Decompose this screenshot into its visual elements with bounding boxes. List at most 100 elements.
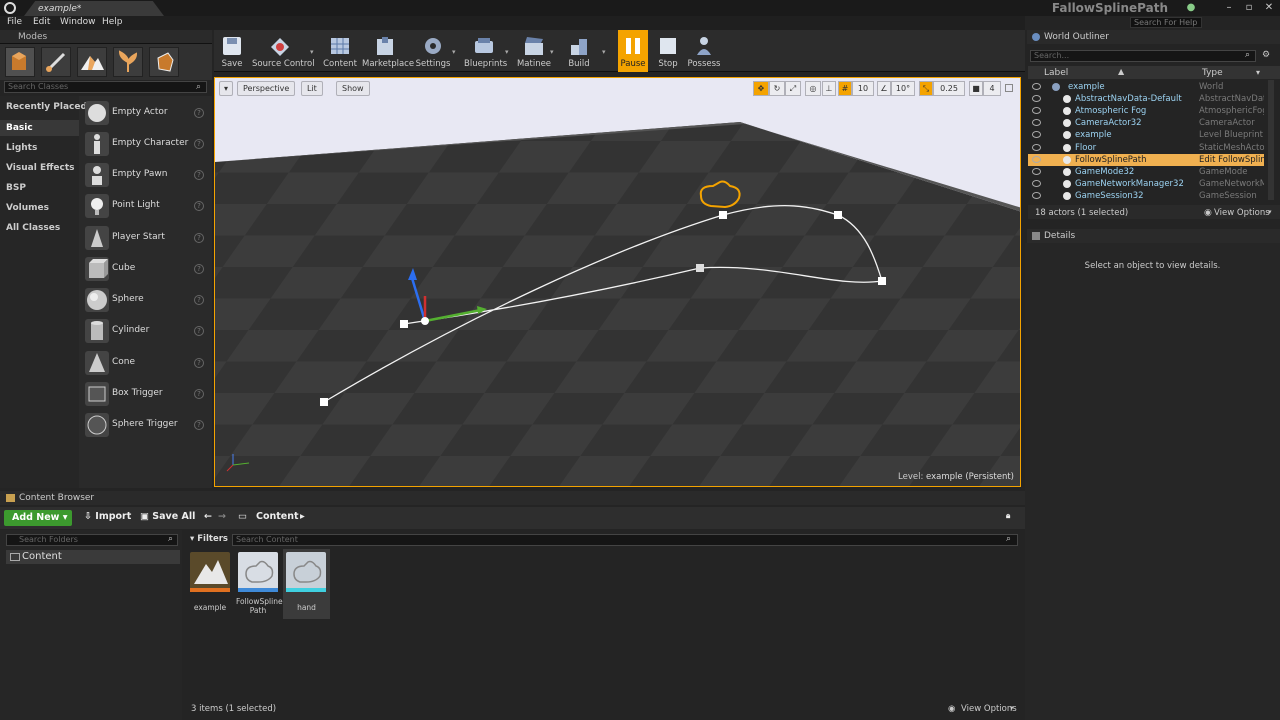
view-options-button[interactable]: View Options bbox=[1214, 208, 1270, 218]
type-column-header[interactable]: Type bbox=[1202, 68, 1223, 78]
blueprints-dropdown-icon[interactable]: ▾ bbox=[505, 48, 509, 56]
back-arrow-icon[interactable]: ← bbox=[204, 511, 212, 522]
rotate-mode-icon[interactable]: ↻ bbox=[769, 81, 785, 96]
rotation-snap-icon[interactable]: ∠ bbox=[877, 81, 891, 96]
matinee-button[interactable]: Matinee bbox=[516, 30, 552, 72]
settings-button[interactable]: Settings bbox=[414, 30, 452, 72]
category-lights[interactable]: Lights bbox=[6, 143, 37, 153]
place-mode-icon[interactable] bbox=[5, 47, 35, 77]
asset-tile-selected[interactable]: hand bbox=[283, 549, 330, 619]
outliner-row[interactable]: example World bbox=[1028, 81, 1264, 93]
help-icon[interactable]: ? bbox=[194, 389, 204, 399]
visibility-eye-icon[interactable] bbox=[1032, 191, 1041, 199]
menu-help[interactable]: Help bbox=[102, 17, 123, 27]
asset-tile[interactable]: FollowSpline Path bbox=[236, 549, 283, 619]
content-browser-tab[interactable]: Content Browser bbox=[0, 491, 1025, 505]
lit-button[interactable]: Lit bbox=[301, 81, 323, 96]
modes-tab[interactable]: Modes bbox=[0, 30, 212, 44]
help-search-input[interactable]: Search For Help bbox=[1130, 17, 1202, 28]
label-column-header[interactable]: Label bbox=[1044, 68, 1068, 78]
camera-speed-icon[interactable]: ■ bbox=[969, 81, 983, 96]
possess-button[interactable]: Possess bbox=[686, 30, 722, 72]
outliner-row[interactable]: Atmospheric Fog AtmosphericFog bbox=[1028, 105, 1264, 117]
save-all-button[interactable]: ▣ Save All bbox=[140, 511, 195, 522]
maximize-icon[interactable]: ▫ bbox=[1242, 2, 1256, 13]
outliner-row[interactable]: Floor StaticMeshActor bbox=[1028, 142, 1264, 154]
place-item-empty-actor[interactable]: Empty Actor? bbox=[82, 99, 208, 127]
search-content-input[interactable]: Search Content bbox=[232, 534, 1018, 546]
geometry-mode-icon[interactable] bbox=[149, 47, 179, 77]
path-content[interactable]: Content bbox=[256, 511, 299, 522]
surface-snap-icon[interactable]: ⊥ bbox=[822, 81, 836, 96]
spline-point[interactable] bbox=[878, 277, 886, 285]
help-icon[interactable]: ? bbox=[194, 233, 204, 243]
category-recently-placed[interactable]: Recently Placed bbox=[6, 102, 87, 112]
import-button[interactable]: ⇩ Import bbox=[84, 511, 131, 522]
outliner-row[interactable]: example Level Blueprint bbox=[1028, 129, 1264, 141]
place-item-cylinder[interactable]: Cylinder? bbox=[82, 317, 208, 345]
translate-mode-icon[interactable]: ✥ bbox=[753, 81, 769, 96]
marketplace-button[interactable]: Marketplace bbox=[362, 30, 414, 72]
landscape-mode-icon[interactable] bbox=[77, 47, 107, 77]
settings-dropdown-icon[interactable]: ▾ bbox=[452, 48, 456, 56]
outliner-settings-icon[interactable]: ⚙ bbox=[1262, 50, 1270, 60]
place-item-empty-pawn[interactable]: Empty Pawn? bbox=[82, 161, 208, 189]
world-local-icon[interactable]: ◎ bbox=[805, 81, 821, 96]
matinee-dropdown-icon[interactable]: ▾ bbox=[550, 48, 554, 56]
place-item-player-start[interactable]: Player Start? bbox=[82, 224, 208, 252]
scale-mode-icon[interactable]: ⤢ bbox=[785, 81, 801, 96]
place-item-cube[interactable]: Cube? bbox=[82, 255, 208, 283]
category-basic[interactable]: Basic bbox=[6, 123, 33, 133]
path-chevron-icon[interactable]: ▸ bbox=[300, 511, 305, 522]
world-outliner-tab[interactable]: World Outliner bbox=[1027, 30, 1280, 44]
spline-point[interactable] bbox=[400, 320, 408, 328]
outliner-row[interactable]: CameraActor32 CameraActor bbox=[1028, 117, 1264, 129]
outliner-row[interactable]: AbstractNavData-Default AbstractNavData bbox=[1028, 93, 1264, 105]
search-classes-input[interactable]: Search Classes bbox=[4, 81, 207, 93]
visibility-eye-icon[interactable] bbox=[1032, 155, 1041, 163]
viewport-scene[interactable] bbox=[215, 78, 1021, 487]
gizmo-center[interactable] bbox=[421, 317, 429, 325]
help-icon[interactable]: ? bbox=[194, 139, 204, 149]
spline-point[interactable] bbox=[696, 264, 704, 272]
show-button[interactable]: Show bbox=[336, 81, 370, 96]
outliner-row[interactable]: GameNetworkManager32 GameNetworkMan bbox=[1028, 178, 1264, 190]
outliner-row[interactable]: FollowSplinePath Edit FollowSpline bbox=[1028, 153, 1264, 166]
camera-speed-value[interactable]: 4 bbox=[983, 81, 1001, 96]
folder-content[interactable]: Content bbox=[6, 550, 180, 564]
forward-arrow-icon[interactable]: → bbox=[218, 511, 226, 522]
visibility-eye-icon[interactable] bbox=[1032, 179, 1041, 187]
category-bsp[interactable]: BSP bbox=[6, 183, 26, 193]
level-viewport[interactable]: ▾ Perspective Lit Show ✥ ↻ ⤢ ◎ ⊥ # 10 ∠ … bbox=[214, 77, 1021, 487]
category-all-classes[interactable]: All Classes bbox=[6, 223, 60, 233]
floor-mesh[interactable] bbox=[215, 122, 1021, 487]
search-folders-input[interactable]: Search Folders bbox=[6, 534, 178, 546]
menu-window[interactable]: Window bbox=[60, 17, 96, 27]
paint-mode-icon[interactable] bbox=[41, 47, 71, 77]
visibility-eye-icon[interactable] bbox=[1032, 143, 1041, 151]
visibility-eye-icon[interactable] bbox=[1032, 107, 1041, 115]
place-item-sphere[interactable]: Sphere? bbox=[82, 286, 208, 314]
place-item-cone[interactable]: Cone? bbox=[82, 349, 208, 377]
outliner-search-input[interactable]: Search... bbox=[1030, 50, 1256, 62]
visibility-eye-icon[interactable] bbox=[1032, 95, 1041, 103]
save-button[interactable]: Save bbox=[218, 30, 246, 72]
rotation-snap-value[interactable]: 10° bbox=[891, 81, 915, 96]
source-control-dropdown-icon[interactable]: ▾ bbox=[310, 48, 314, 56]
place-item-box-trigger[interactable]: Box Trigger? bbox=[82, 380, 208, 408]
pause-button[interactable]: Pause bbox=[618, 30, 648, 72]
minimize-icon[interactable]: – bbox=[1222, 2, 1236, 13]
build-dropdown-icon[interactable]: ▾ bbox=[602, 48, 606, 56]
source-control-button[interactable]: Source Control bbox=[252, 30, 315, 72]
help-icon[interactable]: ? bbox=[194, 358, 204, 368]
blueprints-button[interactable]: Blueprints bbox=[464, 30, 507, 72]
type-dropdown-icon[interactable]: ▾ bbox=[1256, 68, 1260, 77]
maximize-viewport-icon[interactable] bbox=[1005, 84, 1013, 92]
help-icon[interactable]: ? bbox=[194, 420, 204, 430]
details-tab[interactable]: Details bbox=[1027, 229, 1280, 243]
scale-snap-value[interactable]: 0.25 bbox=[933, 81, 965, 96]
content-button[interactable]: Content bbox=[322, 30, 358, 72]
build-button[interactable]: Build bbox=[564, 30, 594, 72]
perspective-button[interactable]: Perspective bbox=[237, 81, 296, 96]
view-options-dropdown-icon[interactable]: ▾ bbox=[1268, 208, 1272, 216]
